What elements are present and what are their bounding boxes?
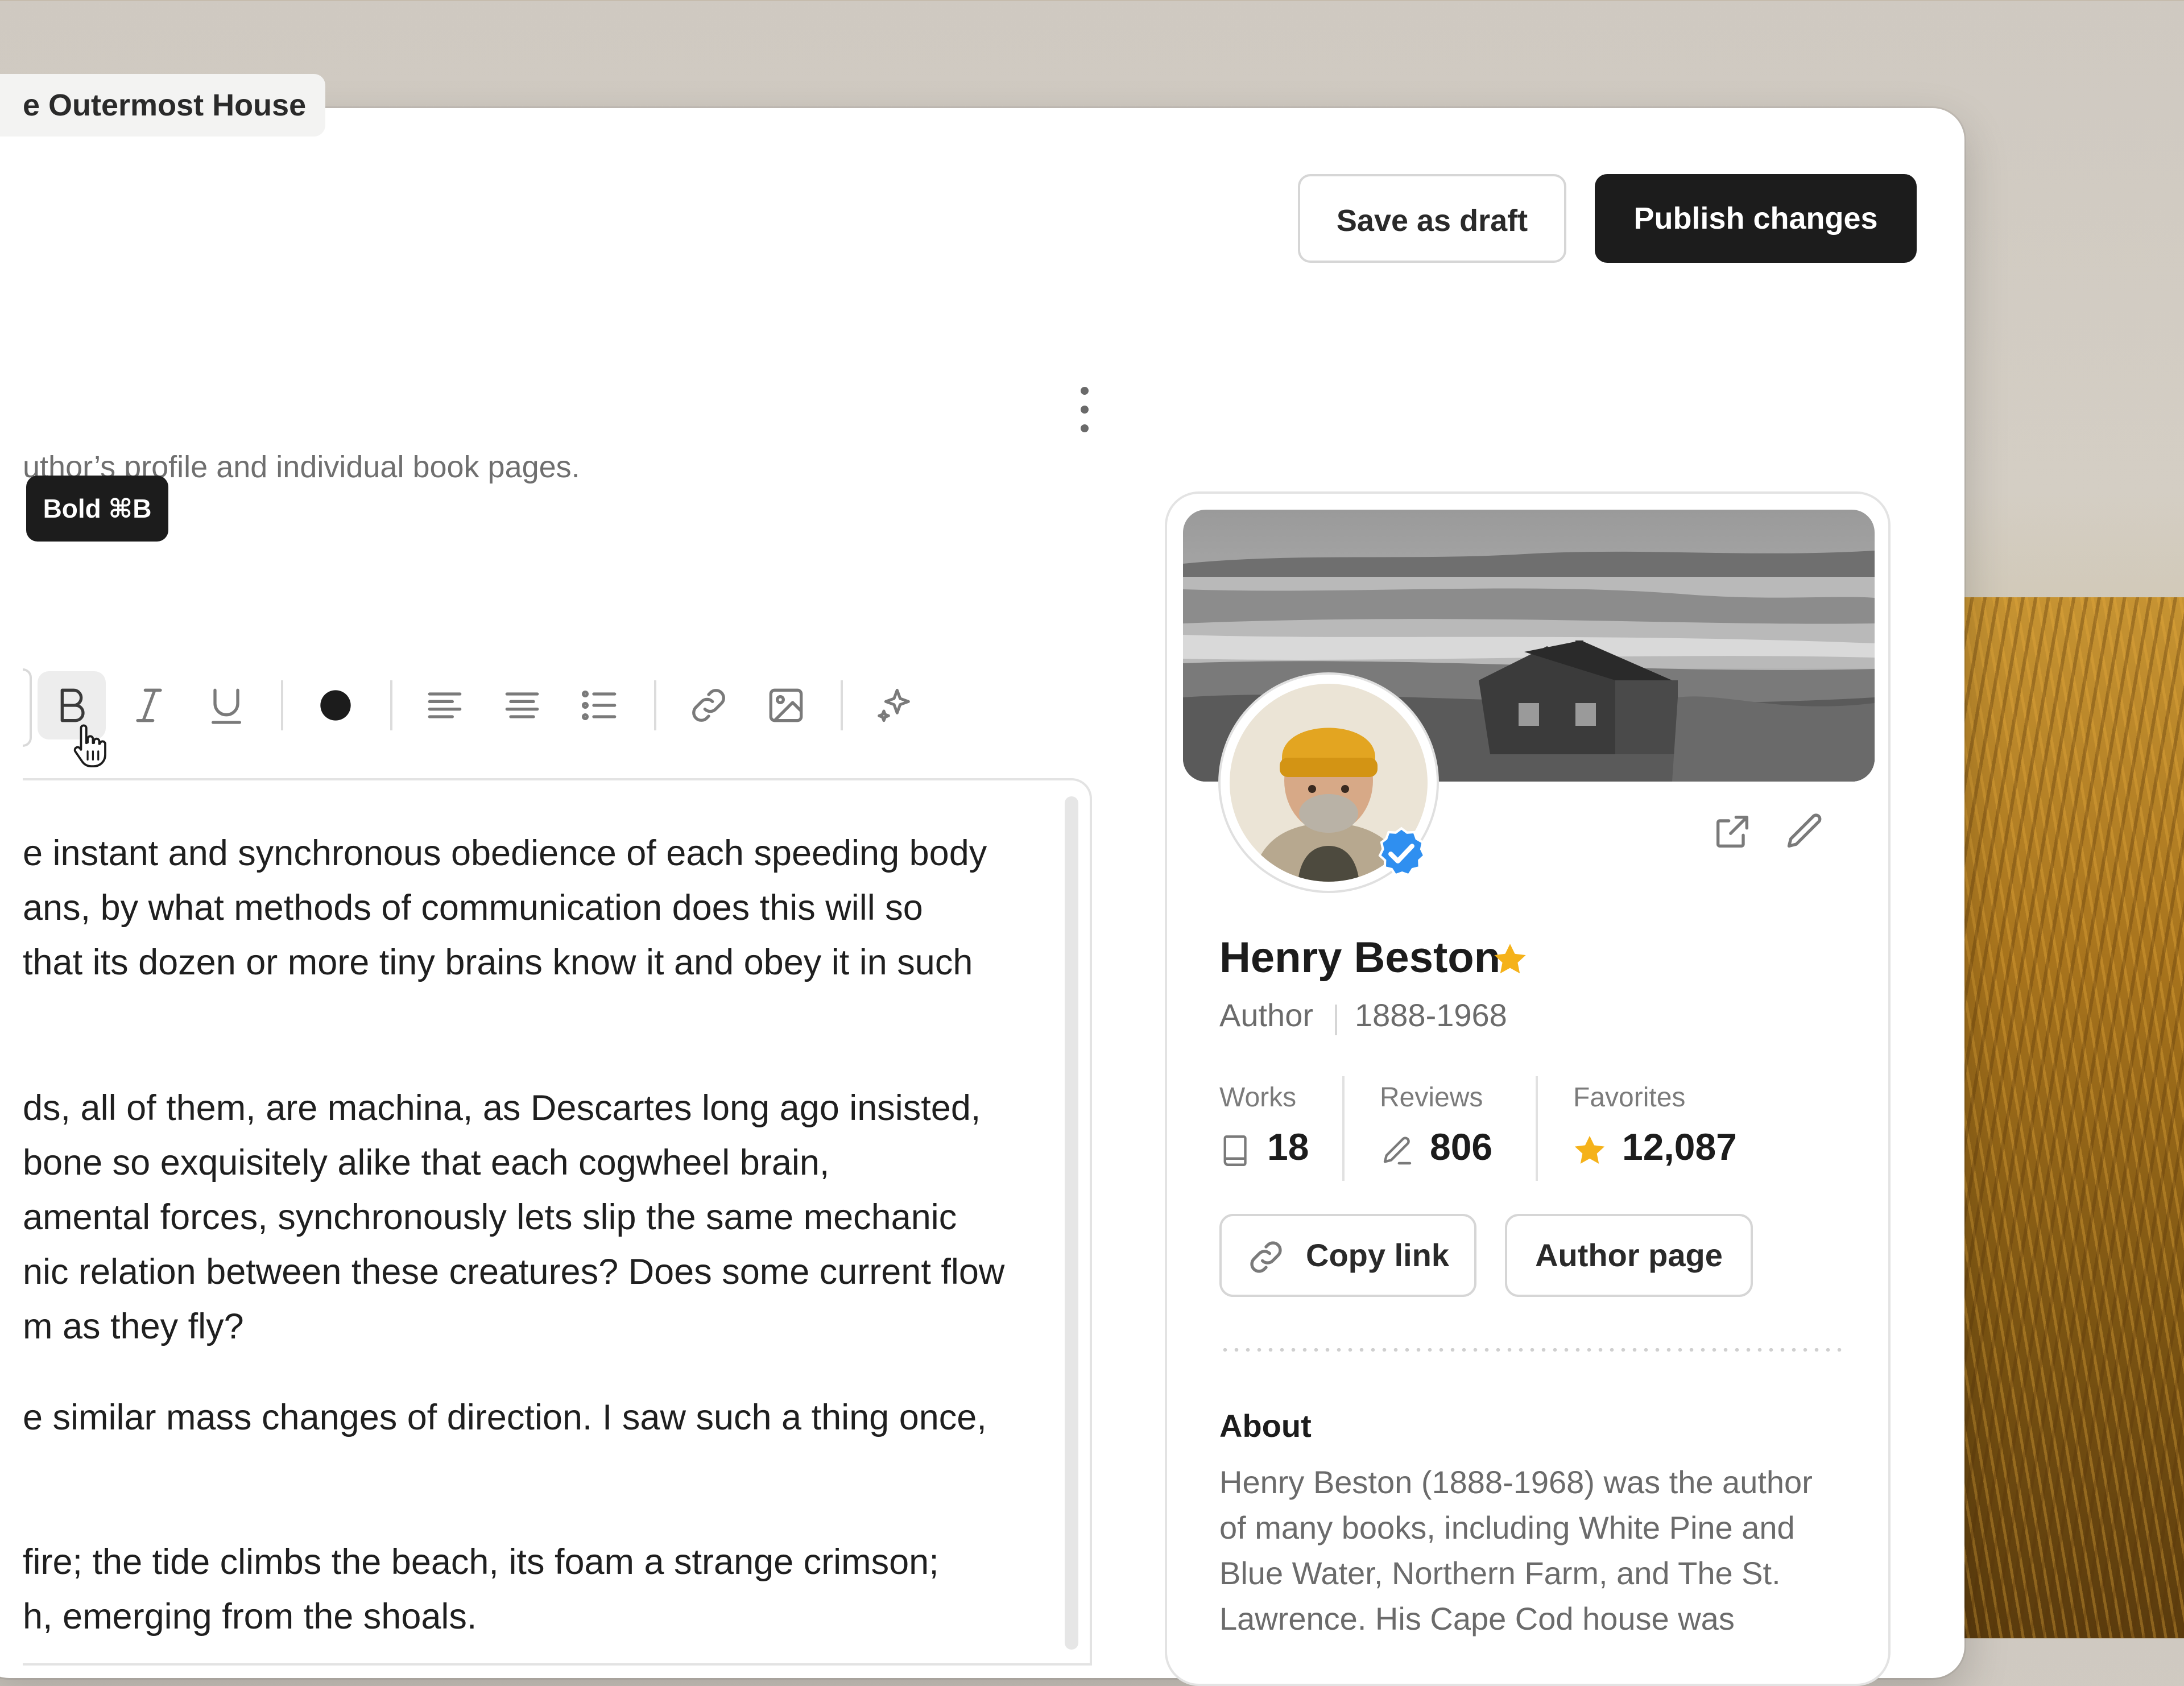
insert-image-button[interactable]	[752, 671, 820, 739]
more-options-icon[interactable]	[1078, 387, 1090, 432]
bullet-list-icon	[582, 691, 617, 720]
editor-line: that its dozen or more tiny brains know …	[23, 943, 973, 982]
save-draft-button[interactable]: Save as draft	[1298, 174, 1566, 263]
book-icon	[1223, 1135, 1247, 1166]
copy-link-label: Copy link	[1306, 1237, 1450, 1273]
ai-assist-button[interactable]	[861, 671, 929, 739]
stat-favorites-label: Favorites	[1573, 1082, 1686, 1113]
editor-scrollbar[interactable]	[1065, 796, 1078, 1650]
author-name: Henry Beston	[1219, 933, 1501, 982]
color-dot-icon	[320, 690, 351, 721]
about-text-line: Henry Beston (1888-1968) was the author	[1219, 1464, 1813, 1500]
link-icon	[692, 689, 725, 722]
about-heading: About	[1219, 1408, 1312, 1444]
about-text-line: Blue Water, Northern Farm, and The St.	[1219, 1555, 1781, 1591]
stat-works-label: Works	[1219, 1082, 1297, 1113]
link-icon	[1250, 1241, 1282, 1273]
editor-line: bone so exquisitely alike that each cogw…	[23, 1143, 830, 1183]
star-icon	[1574, 1135, 1605, 1164]
align-center-icon	[505, 692, 539, 718]
editor-line: amental forces, synchronously lets slip …	[23, 1197, 957, 1237]
editor-line: m as they fly?	[23, 1307, 244, 1346]
editor-line: ds, all of them, are machina, as Descart…	[23, 1088, 981, 1128]
edit-pencil-icon[interactable]	[1784, 810, 1827, 853]
author-page-button[interactable]: Author page	[1505, 1214, 1753, 1297]
stat-reviews-value: 806	[1430, 1126, 1493, 1168]
bold-icon	[60, 688, 85, 722]
dotted-divider	[1219, 1348, 1845, 1352]
favorite-star-icon	[1494, 944, 1526, 974]
sparkle-icon	[878, 688, 910, 722]
hand-cursor-icon	[73, 724, 106, 767]
about-text-line: Lawrence. His Cape Cod house was	[1219, 1601, 1735, 1637]
editor-line: fire; the tide climbs the beach, its foa…	[23, 1542, 939, 1582]
role-divider	[1335, 1005, 1337, 1035]
stat-reviews-label: Reviews	[1380, 1082, 1483, 1113]
editor-line: h, emerging from the shoals.	[23, 1597, 477, 1637]
underline-icon	[212, 688, 241, 724]
editor-line: e similar mass changes of direction. I s…	[23, 1398, 987, 1437]
rich-text-editor[interactable]: e instant and synchronous obedience of e…	[23, 778, 1092, 1666]
background-wheat-field	[1945, 597, 2184, 1638]
insert-link-button[interactable]	[675, 671, 743, 739]
editor-line: nic relation between these creatures? Do…	[23, 1252, 1005, 1292]
publish-changes-button[interactable]: Publish changes	[1595, 174, 1917, 263]
italic-icon	[136, 688, 162, 722]
copy-link-button[interactable]: Copy link	[1219, 1214, 1476, 1297]
bold-tooltip: Bold ⌘B	[26, 476, 168, 542]
about-text-line: of many books, including White Pine and	[1219, 1510, 1795, 1546]
pen-icon	[1383, 1137, 1412, 1165]
editor-line: ans, by what methods of communication do…	[23, 888, 923, 928]
open-external-icon[interactable]	[1711, 810, 1754, 853]
breadcrumb-book-title[interactable]: e Outermost House	[0, 74, 326, 137]
author-role: Author	[1219, 997, 1313, 1033]
stat-favorites-value: 12,087	[1622, 1126, 1737, 1168]
formatting-toolbar	[23, 671, 1081, 739]
underline-button[interactable]	[192, 671, 260, 739]
align-left-button[interactable]	[411, 671, 479, 739]
italic-button[interactable]	[115, 671, 183, 739]
align-center-button[interactable]	[488, 671, 556, 739]
author-years: 1888-1968	[1355, 997, 1507, 1033]
bullet-list-button[interactable]	[565, 671, 634, 739]
verified-badge-icon	[1378, 827, 1426, 877]
editor-line: e instant and synchronous obedience of e…	[23, 833, 987, 873]
image-icon	[769, 688, 803, 722]
text-color-button[interactable]	[301, 671, 370, 739]
stat-works-value: 18	[1267, 1126, 1309, 1168]
align-left-icon	[428, 692, 462, 718]
